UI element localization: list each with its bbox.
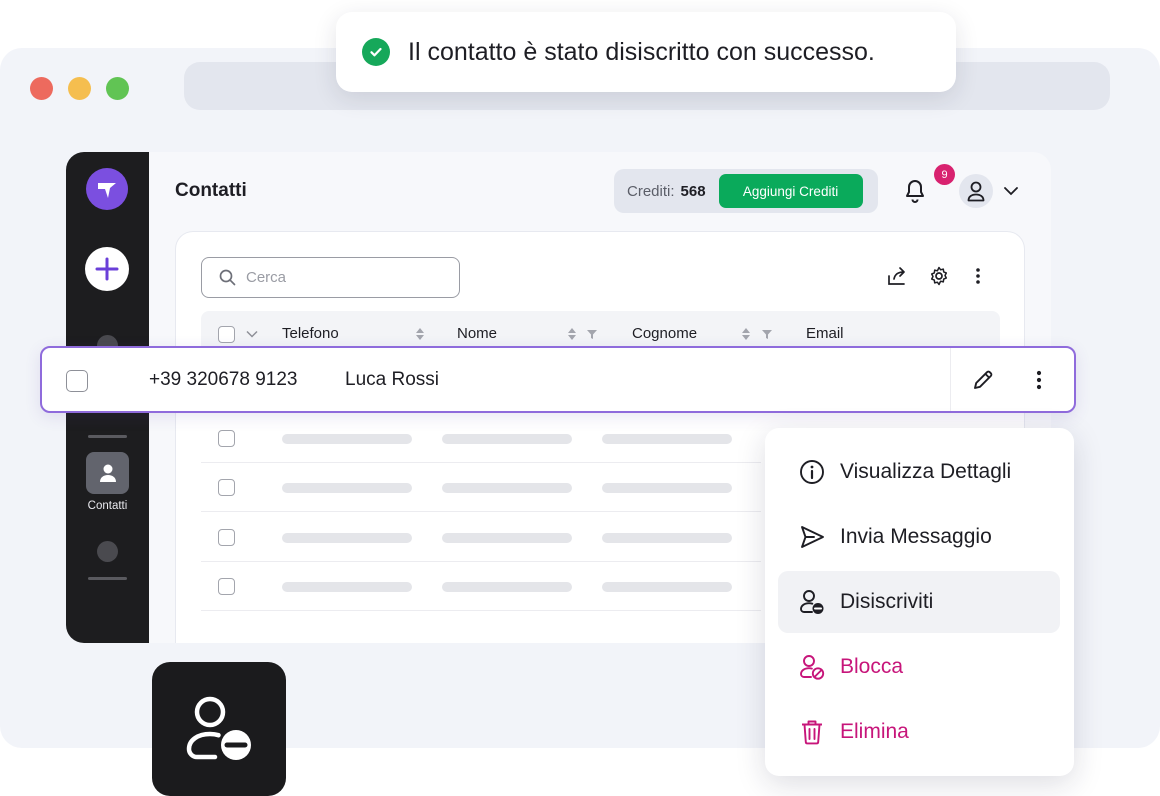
menu-item-view-details[interactable]: Visualizza Dettagli	[778, 441, 1060, 503]
skeleton-cell	[282, 483, 412, 493]
send-icon	[798, 523, 826, 551]
sidebar-item-placeholder[interactable]	[97, 541, 118, 562]
pencil-icon[interactable]	[970, 367, 996, 398]
column-header-phone[interactable]: Telefono	[282, 325, 339, 342]
more-vertical-icon[interactable]	[973, 265, 983, 292]
column-header-surname[interactable]: Cognome	[632, 325, 697, 342]
skeleton-cell	[602, 533, 732, 543]
table-row[interactable]	[201, 513, 761, 562]
export-icon[interactable]	[886, 265, 908, 292]
app-logo[interactable]	[86, 168, 128, 210]
gear-icon[interactable]	[928, 265, 950, 292]
sort-icon[interactable]	[415, 327, 425, 346]
skeleton-cell	[602, 582, 732, 592]
skeleton-cell	[442, 483, 572, 493]
menu-item-unsubscribe[interactable]: Disiscriviti	[778, 571, 1060, 633]
table-row[interactable]	[201, 414, 761, 463]
user-unsubscribe-icon	[186, 696, 251, 760]
window-close-button[interactable]	[30, 77, 53, 100]
user-unsubscribe-feature-icon	[152, 662, 286, 796]
sort-icon[interactable]	[741, 327, 751, 346]
more-vertical-icon[interactable]	[1034, 367, 1044, 398]
row-checkbox[interactable]	[218, 430, 235, 447]
plus-icon	[95, 257, 119, 281]
sort-icon[interactable]	[567, 327, 577, 346]
sidebar-divider	[88, 435, 127, 438]
menu-item-label: Visualizza Dettagli	[840, 460, 1012, 483]
skeleton-cell	[282, 582, 412, 592]
table-row[interactable]	[201, 463, 761, 512]
skeleton-cell	[442, 533, 572, 543]
row-checkbox[interactable]	[218, 578, 235, 595]
column-header-name[interactable]: Nome	[457, 325, 497, 342]
user-icon	[99, 464, 116, 482]
menu-item-label: Invia Messaggio	[840, 525, 992, 548]
filter-icon[interactable]	[586, 327, 598, 345]
skeleton-cell	[282, 533, 412, 543]
window-maximize-button[interactable]	[106, 77, 129, 100]
user-block-icon	[798, 653, 826, 681]
row-context-menu: Visualizza Dettagli Invia Messaggio Disi…	[765, 428, 1074, 776]
check-circle-icon	[362, 38, 390, 66]
sidebar-item-contacts-label: Contatti	[87, 500, 128, 512]
menu-item-delete[interactable]: Elimina	[778, 701, 1060, 763]
row-divider	[950, 348, 951, 411]
credits-label: Crediti:	[627, 182, 675, 200]
contact-name: Luca Rossi	[345, 369, 439, 390]
skeleton-cell	[602, 483, 732, 493]
menu-item-label: Disiscriviti	[840, 590, 934, 613]
row-checkbox[interactable]	[66, 370, 88, 392]
menu-item-block[interactable]: Blocca	[778, 636, 1060, 698]
select-all-checkbox[interactable]	[218, 326, 235, 343]
bell-icon[interactable]	[903, 178, 927, 209]
avatar[interactable]	[959, 174, 993, 208]
selected-contact-row[interactable]: +39 320678 9123 Luca Rossi	[40, 346, 1076, 413]
search-input[interactable]	[246, 269, 436, 286]
menu-item-label: Elimina	[840, 720, 909, 743]
menu-item-send-message[interactable]: Invia Messaggio	[778, 506, 1060, 568]
window-minimize-button[interactable]	[68, 77, 91, 100]
sidebar-item-contacts[interactable]	[86, 452, 129, 494]
menu-item-label: Blocca	[840, 655, 904, 678]
table-header: Telefono Nome Cognome Email	[201, 311, 1000, 351]
search-icon	[219, 269, 236, 286]
credits-panel: Crediti: 568 Aggiungi Crediti	[614, 169, 878, 213]
new-button[interactable]	[85, 247, 129, 291]
table-row[interactable]	[201, 562, 761, 611]
row-checkbox[interactable]	[218, 479, 235, 496]
user-icon	[967, 181, 985, 202]
toast-message: Il contatto è stato disiscritto con succ…	[408, 37, 875, 66]
column-header-email[interactable]: Email	[806, 325, 844, 342]
info-icon	[798, 458, 826, 486]
sidebar-divider	[88, 577, 127, 580]
user-unsubscribe-icon	[798, 588, 826, 616]
add-credits-button[interactable]: Aggiungi Crediti	[718, 174, 863, 208]
skeleton-cell	[282, 434, 412, 444]
chevron-down-icon[interactable]	[245, 326, 259, 344]
notification-badge: 9	[934, 164, 955, 185]
skeleton-cell	[442, 582, 572, 592]
chevron-down-icon[interactable]	[1003, 184, 1019, 202]
success-toast: Il contatto è stato disiscritto con succ…	[336, 12, 956, 92]
skeleton-cell	[442, 434, 572, 444]
contact-phone: +39 320678 9123	[149, 369, 298, 390]
trash-icon	[798, 718, 826, 746]
search-box[interactable]	[201, 257, 460, 298]
filter-icon[interactable]	[761, 327, 773, 345]
credits-value: 568	[680, 182, 706, 200]
page-title: Contatti	[175, 180, 247, 201]
skeleton-cell	[602, 434, 732, 444]
row-checkbox[interactable]	[218, 529, 235, 546]
